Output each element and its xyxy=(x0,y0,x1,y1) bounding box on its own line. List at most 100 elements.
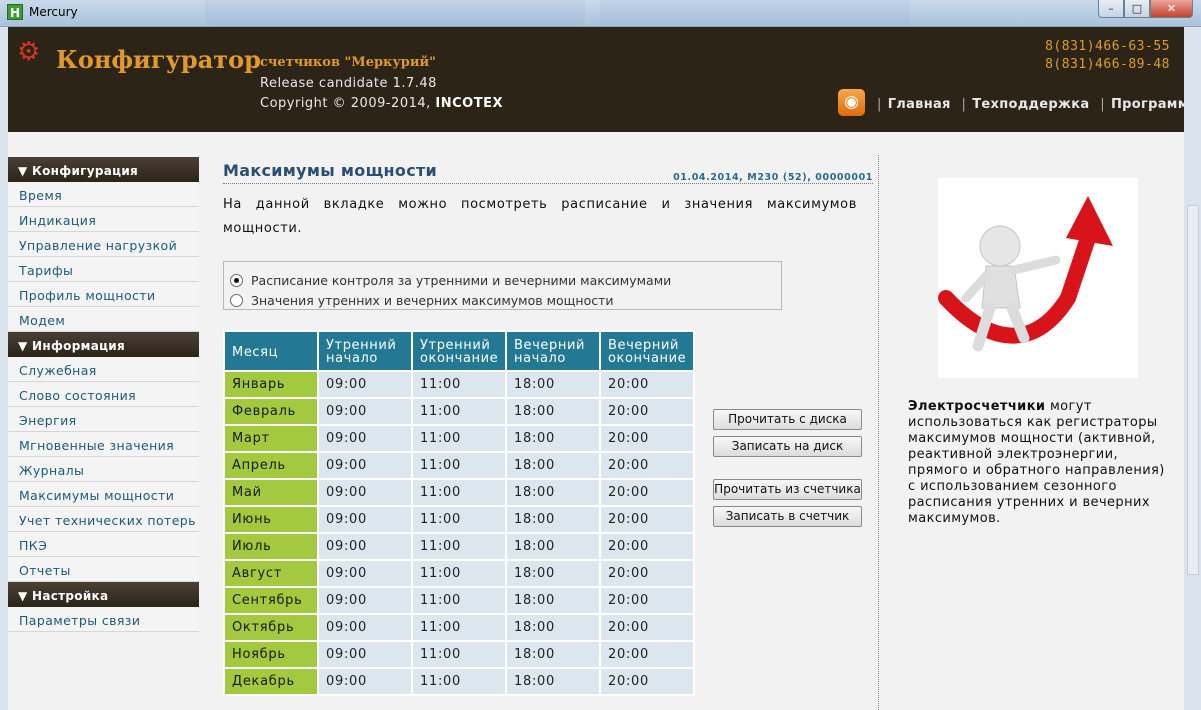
maximize-button[interactable]: □ xyxy=(1124,0,1150,18)
time-cell[interactable]: 09:00 xyxy=(317,559,413,588)
time-cell[interactable]: 18:00 xyxy=(505,532,601,561)
write-to-meter-button[interactable]: Записать в счетчик xyxy=(713,506,862,527)
rss-icon[interactable]: ◉ xyxy=(838,89,865,116)
month-cell[interactable]: Март xyxy=(223,424,319,453)
time-cell[interactable]: 09:00 xyxy=(317,532,413,561)
sidebar-item-service[interactable]: Служебная xyxy=(8,357,199,382)
month-cell[interactable]: Июнь xyxy=(223,505,319,534)
time-cell[interactable]: 18:00 xyxy=(505,370,601,399)
month-cell[interactable]: Август xyxy=(223,559,319,588)
month-cell[interactable]: Ноябрь xyxy=(223,640,319,669)
time-cell[interactable]: 20:00 xyxy=(599,370,695,399)
radio-option-schedule[interactable]: Расписание контроля за утренними и вечер… xyxy=(230,270,781,290)
sidebar-item-technical-losses[interactable]: Учет технических потерь xyxy=(8,507,199,532)
table-row: Июнь 09:00 11:00 18:00 20:00 xyxy=(223,505,695,534)
time-cell[interactable]: 18:00 xyxy=(505,505,601,534)
sidebar-item-tariffs[interactable]: Тарифы xyxy=(8,257,199,282)
sidebar-item-instant-values[interactable]: Мгновенные значения xyxy=(8,432,199,457)
time-cell[interactable]: 18:00 xyxy=(505,478,601,507)
write-to-disk-button[interactable]: Записать на диск xyxy=(713,436,862,457)
radio-button-unchecked[interactable] xyxy=(230,293,243,307)
time-cell[interactable]: 18:00 xyxy=(505,613,601,642)
month-cell[interactable]: Сентябрь xyxy=(223,586,319,615)
time-cell[interactable]: 11:00 xyxy=(411,613,507,642)
time-cell[interactable]: 11:00 xyxy=(411,451,507,480)
time-cell[interactable]: 20:00 xyxy=(599,586,695,615)
time-cell[interactable]: 09:00 xyxy=(317,505,413,534)
time-cell[interactable]: 11:00 xyxy=(411,559,507,588)
time-cell[interactable]: 09:00 xyxy=(317,667,413,696)
top-nav: | Главная | Техподдержка | Программа xyxy=(871,97,1198,112)
sidebar-item-pke[interactable]: ПКЭ xyxy=(8,532,199,557)
minimize-button[interactable]: – xyxy=(1098,0,1124,18)
header-line-2: окончание xyxy=(420,351,499,366)
nav-link-support[interactable]: Техподдержка xyxy=(972,97,1089,112)
time-cell[interactable]: 11:00 xyxy=(411,505,507,534)
time-cell[interactable]: 20:00 xyxy=(599,424,695,453)
time-cell[interactable]: 11:00 xyxy=(411,532,507,561)
sidebar-section-settings[interactable]: ▼ Настройка xyxy=(8,582,199,607)
time-cell[interactable]: 11:00 xyxy=(411,478,507,507)
month-cell[interactable]: Февраль xyxy=(223,397,319,426)
time-cell[interactable]: 11:00 xyxy=(411,370,507,399)
time-cell[interactable]: 11:00 xyxy=(411,586,507,615)
time-cell[interactable]: 09:00 xyxy=(317,478,413,507)
time-cell[interactable]: 09:00 xyxy=(317,613,413,642)
time-cell[interactable]: 20:00 xyxy=(599,640,695,669)
sidebar-item-connection-params[interactable]: Параметры связи xyxy=(8,607,199,632)
time-cell[interactable]: 09:00 xyxy=(317,451,413,480)
time-cell[interactable]: 09:00 xyxy=(317,640,413,669)
sidebar-section-configuration[interactable]: ▼ Конфигурация xyxy=(8,157,199,182)
table-row: Октябрь 09:00 11:00 18:00 20:00 xyxy=(223,613,695,642)
time-cell[interactable]: 18:00 xyxy=(505,397,601,426)
month-cell[interactable]: Июль xyxy=(223,532,319,561)
radio-button-checked[interactable] xyxy=(230,273,243,287)
sidebar-section-information[interactable]: ▼ Информация xyxy=(8,332,199,357)
time-cell[interactable]: 20:00 xyxy=(599,613,695,642)
sidebar-item-indication[interactable]: Индикация xyxy=(8,207,199,232)
month-cell[interactable]: Октябрь xyxy=(223,613,319,642)
scrollbar-track[interactable] xyxy=(1187,205,1199,575)
time-cell[interactable]: 09:00 xyxy=(317,370,413,399)
read-from-meter-button[interactable]: Прочитать из счетчика xyxy=(713,479,862,500)
sidebar-item-journals[interactable]: Журналы xyxy=(8,457,199,482)
sidebar-item-modem[interactable]: Модем xyxy=(8,307,199,332)
sidebar-item-time[interactable]: Время xyxy=(8,182,199,207)
time-cell[interactable]: 20:00 xyxy=(599,451,695,480)
time-cell[interactable]: 20:00 xyxy=(599,559,695,588)
table-body: Январь 09:00 11:00 18:00 20:00 Февраль 09:00 11… xyxy=(223,370,695,696)
sidebar-item-power-maximums[interactable]: Максимумы мощности xyxy=(8,482,199,507)
time-cell[interactable]: 11:00 xyxy=(411,640,507,669)
sidebar-item-power-profile[interactable]: Профиль мощности xyxy=(8,282,199,307)
time-cell[interactable]: 18:00 xyxy=(505,451,601,480)
column-header-morning-end: Утренний окончание xyxy=(411,330,507,372)
sidebar-item-reports[interactable]: Отчеты xyxy=(8,557,199,582)
sidebar-item-status-word[interactable]: Слово состояния xyxy=(8,382,199,407)
close-button[interactable]: ✕ xyxy=(1150,0,1193,18)
time-cell[interactable]: 18:00 xyxy=(505,667,601,696)
month-cell[interactable]: Апрель xyxy=(223,451,319,480)
time-cell[interactable]: 20:00 xyxy=(599,505,695,534)
time-cell[interactable]: 11:00 xyxy=(411,667,507,696)
sidebar-item-load-control[interactable]: Управление нагрузкой xyxy=(8,232,199,257)
time-cell[interactable]: 11:00 xyxy=(411,397,507,426)
time-cell[interactable]: 20:00 xyxy=(599,478,695,507)
nav-link-home[interactable]: Главная xyxy=(888,97,951,112)
time-cell[interactable]: 09:00 xyxy=(317,397,413,426)
time-cell[interactable]: 20:00 xyxy=(599,532,695,561)
month-cell[interactable]: Январь xyxy=(223,370,319,399)
sidebar-item-energy[interactable]: Энергия xyxy=(8,407,199,432)
radio-option-values[interactable]: Значения утренних и вечерних максимумов … xyxy=(230,290,781,310)
time-cell[interactable]: 20:00 xyxy=(599,667,695,696)
month-cell[interactable]: Декабрь xyxy=(223,667,319,696)
time-cell[interactable]: 20:00 xyxy=(599,397,695,426)
time-cell[interactable]: 18:00 xyxy=(505,586,601,615)
month-cell[interactable]: Май xyxy=(223,478,319,507)
time-cell[interactable]: 18:00 xyxy=(505,559,601,588)
read-from-disk-button[interactable]: Прочитать с диска xyxy=(713,409,862,430)
time-cell[interactable]: 09:00 xyxy=(317,586,413,615)
time-cell[interactable]: 18:00 xyxy=(505,640,601,669)
time-cell[interactable]: 18:00 xyxy=(505,424,601,453)
time-cell[interactable]: 11:00 xyxy=(411,424,507,453)
time-cell[interactable]: 09:00 xyxy=(317,424,413,453)
